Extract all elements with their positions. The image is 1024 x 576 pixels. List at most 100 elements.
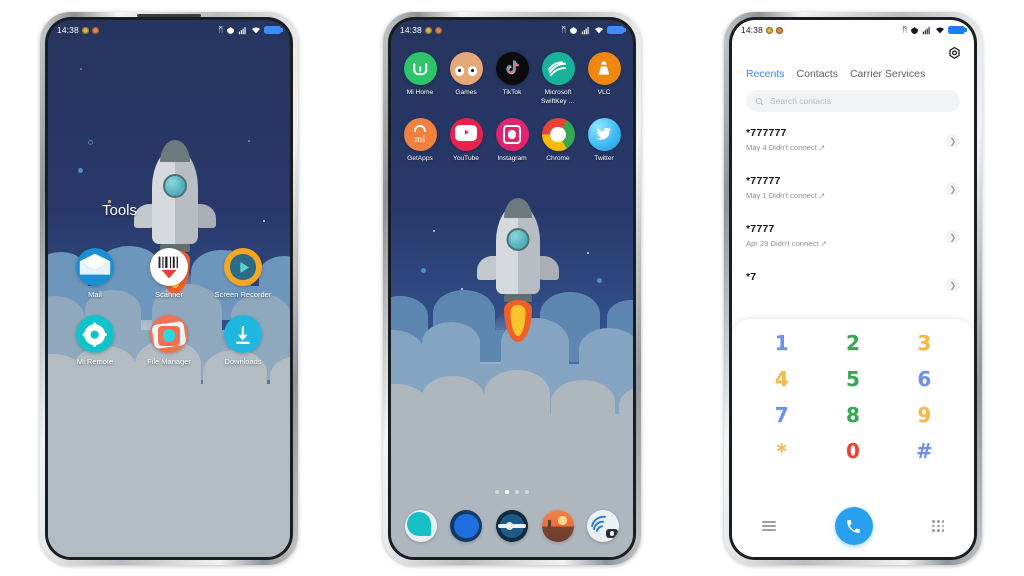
page-dot[interactable] [525,490,529,494]
home-app-chrome[interactable]: Chrome [535,118,581,164]
dialpad-key-3[interactable]: 3 [889,333,960,353]
chevron-right-icon[interactable]: ❯ [946,182,960,196]
twitter-icon[interactable] [587,118,621,152]
dialpad-key-9[interactable]: 9 [889,405,960,425]
rocket-window [506,228,530,251]
tab-recents[interactable]: Recents [746,68,785,80]
folder-app-scanner[interactable]: Scanner [132,248,206,299]
outgoing-icon: ↗ [818,143,826,152]
dialpad-key-0[interactable]: 0 [817,441,888,461]
wifi-icon [936,26,944,33]
dialpad-key-7[interactable]: 7 [746,405,817,425]
downloads-icon[interactable] [224,315,262,354]
dialpad-key-6[interactable]: 6 [889,369,960,389]
status-bar-right: ᛗ [902,25,967,35]
folder-app-file-manager[interactable]: File Manager [132,315,206,366]
home-app-instagram[interactable]: Instagram [489,118,535,164]
battery-icon [948,25,967,35]
getapps-icon[interactable]: mi [403,118,437,152]
call-number: *77777 [746,175,781,187]
folder-app-grid: Mail Scanner Screen Recorder Mi Remote F… [58,248,280,367]
call-log-row[interactable]: *777777 May 4 Didn't connect ↗ ❯ [732,120,974,168]
signal-icon [581,26,589,34]
gear-icon[interactable] [947,46,962,61]
call-log-row[interactable]: *7777 Apr 29 Didn't connect ↗ ❯ [732,216,974,264]
dialpad-key-5[interactable]: 5 [817,369,888,389]
home-app-games[interactable]: Games [443,52,489,106]
dialpad-key-hash[interactable]: # [889,441,960,461]
notification-icon-b [434,26,442,34]
dialpad-key-1[interactable]: 1 [746,333,817,353]
notification-icon-a [765,26,773,34]
dialpad-key-4[interactable]: 4 [746,369,817,389]
page-dot[interactable] [505,490,509,494]
phone2-screen: 14:38 ᛗ Mi Home Games TikTok Microsoft S… [391,20,633,557]
dialpad-icon[interactable] [932,519,945,533]
scanner-icon[interactable] [150,248,188,286]
rocket-window [163,174,187,198]
dialpad-key-star[interactable]: * [746,441,817,461]
camera-icon[interactable] [587,510,620,542]
dialer-tabs: Recents Contacts Carrier Services [746,68,964,80]
call-log-row[interactable]: *77777 May 1 Didn't connect ↗ ❯ [732,168,974,216]
games-icon[interactable] [449,52,483,85]
mi-remote-icon[interactable] [76,315,114,354]
page-dot[interactable] [515,490,519,494]
notification-icon-b [91,26,99,34]
gallery-icon[interactable] [541,510,574,542]
home-app-vlc[interactable]: VLC [581,52,627,106]
screen-recorder-icon[interactable] [224,248,262,286]
mi-home-icon[interactable] [403,52,437,85]
folder-app-mail[interactable]: Mail [58,248,132,299]
dialpad-key-2[interactable]: 2 [817,333,888,353]
phone-call-icon[interactable] [834,507,873,545]
search-placeholder: Search contacts [770,96,831,106]
folder-app-downloads[interactable]: Downloads [206,315,280,366]
notification-icon-a [81,26,89,34]
mail-icon[interactable] [76,248,114,286]
swiftkey-icon[interactable] [541,52,575,85]
planet-outline [88,140,93,145]
home-app-getapps[interactable]: mi GetApps [397,118,443,164]
app-label: TikTok [502,89,522,96]
folder-app-mi-remote[interactable]: Mi Remote [58,315,132,366]
home-app-twitter[interactable]: Twitter [581,118,627,164]
chevron-right-icon[interactable]: ❯ [946,230,960,244]
wifi-icon [252,26,260,33]
home-app-tiktok[interactable]: TikTok [489,52,535,106]
tab-carrier-services[interactable]: Carrier Services [850,68,925,80]
home-app-grid: Mi Home Games TikTok Microsoft SwiftKey … [397,52,627,164]
settings-icon[interactable] [495,510,528,542]
chevron-right-icon[interactable]: ❯ [946,134,960,148]
call-log-row[interactable]: *7 ❯ [732,264,974,312]
star [587,252,589,254]
blue-dot [78,168,83,173]
rocket-nose [504,198,532,218]
file-manager-icon[interactable] [150,315,188,354]
app-label: Mail [88,290,102,299]
home-app-swiftkey[interactable]: Microsoft SwiftKey … [535,52,581,106]
page-dot[interactable] [495,490,499,494]
youtube-icon[interactable] [449,118,483,152]
status-bar: 14:38 ᛗ [732,20,974,40]
folder-app-screen-recorder[interactable]: Screen Recorder [206,248,280,299]
phone-device-1: 14:38 ᛗ Tools Mail Scanner Screen Record… [40,12,298,565]
dialpad-key-8[interactable]: 8 [817,405,888,425]
status-bar: 14:38 ᛗ [391,20,633,40]
star [263,220,265,222]
tab-contacts[interactable]: Contacts [797,68,838,80]
hamburger-menu-icon[interactable] [761,521,776,531]
phone2-bezel: 14:38 ᛗ Mi Home Games TikTok Microsoft S… [388,17,636,560]
chevron-right-icon[interactable]: ❯ [946,278,960,292]
search-input[interactable]: Search contacts [746,90,960,112]
browser-icon[interactable] [450,510,483,542]
home-app-mi-home[interactable]: Mi Home [397,52,443,106]
blue-dot [597,278,602,283]
phone-device-3: 14:38 ᛗ Recents Contacts Carrier Service… [724,12,982,565]
messaging-icon[interactable] [404,510,437,542]
instagram-icon[interactable] [495,118,529,152]
vlc-icon[interactable] [587,52,621,85]
chrome-icon[interactable] [541,118,575,152]
home-app-youtube[interactable]: YouTube [443,118,489,164]
tiktok-icon[interactable] [495,52,529,85]
